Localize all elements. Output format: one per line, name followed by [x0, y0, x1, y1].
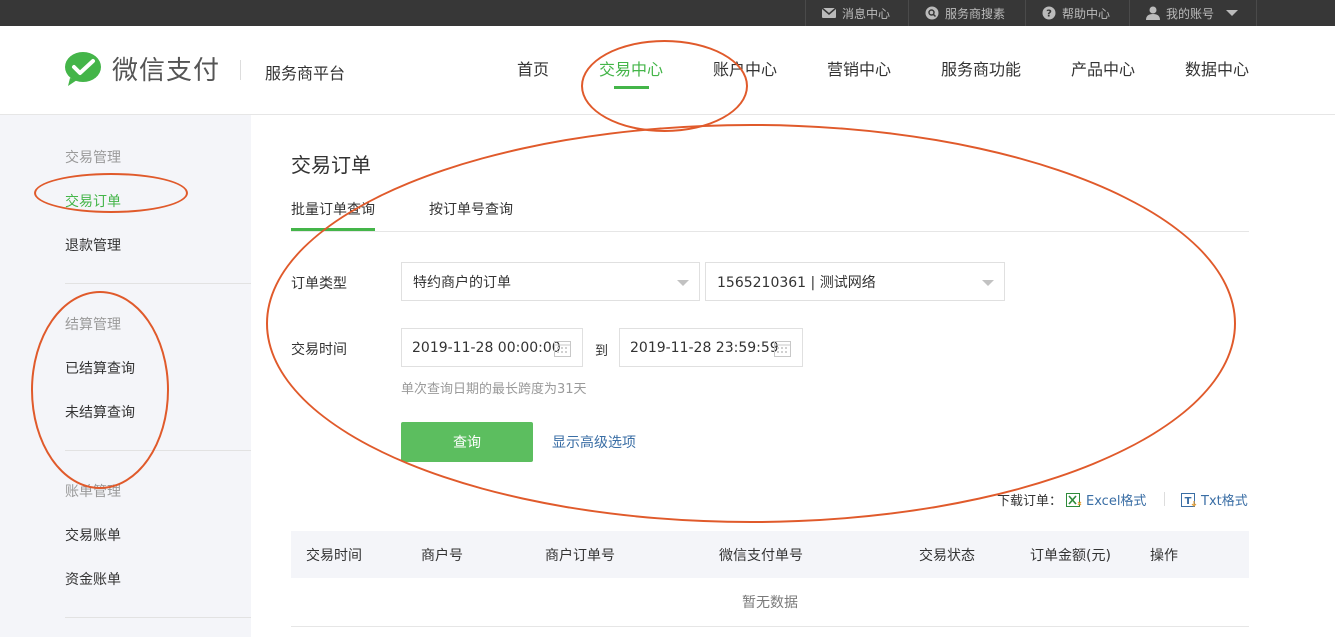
download-label: 下载订单： [997, 494, 1063, 509]
topbar-help-label: 帮助中心 [1062, 6, 1111, 21]
download-txt-label: Txt格式 [1201, 494, 1248, 509]
topbar-help[interactable]: ? 帮助中心 [1025, 0, 1126, 26]
sidebar-divider [65, 450, 251, 451]
column-header: 订单金额(元) [1030, 548, 1111, 564]
nav-marketing-center[interactable]: 营销中心 [827, 56, 891, 80]
date-range-separator: 到 [595, 344, 609, 359]
svg-text:?: ? [1046, 9, 1052, 20]
sidebar-item-transaction-bill[interactable]: 交易账单 [65, 525, 121, 545]
chevron-down-icon [1226, 10, 1239, 16]
annotation-ellipse-main-form [266, 124, 1236, 523]
end-time-input[interactable]: 2019-11-28 23:59:59 [619, 328, 803, 367]
nav-account-center[interactable]: 账户中心 [713, 56, 777, 80]
table-header: 交易时间 商户号 商户订单号 微信支付单号 交易状态 订单金额(元) 操作 [291, 531, 1249, 578]
svg-text:T: T [1185, 496, 1192, 507]
start-time-input[interactable]: 2019-11-28 00:00:00 [401, 328, 583, 367]
tab-divider [291, 231, 1249, 232]
column-header: 微信支付单号 [719, 548, 803, 564]
sidebar-item-transaction-orders[interactable]: 交易订单 [65, 191, 121, 211]
chevron-down-icon [982, 280, 994, 286]
end-time-value: 2019-11-28 23:59:59 [630, 339, 779, 356]
tab-batch-query[interactable]: 批量订单查询 [291, 199, 375, 219]
download-txt-link[interactable]: T Txt格式 [1181, 490, 1248, 509]
topbar-message-label: 消息中心 [842, 6, 891, 21]
nav-provider-functions[interactable]: 服务商功能 [941, 56, 1021, 80]
sidebar-group-transaction: 交易管理 [65, 150, 121, 166]
topbar-message[interactable]: 消息中心 [805, 0, 906, 26]
sidebar-group-settlement: 结算管理 [65, 317, 121, 333]
logo-divider [240, 60, 241, 80]
search-icon [925, 6, 939, 20]
message-icon [822, 7, 836, 18]
sidebar-group-bills: 账单管理 [65, 484, 121, 500]
logo-text: 微信支付 [112, 56, 221, 86]
order-type-label: 订单类型 [291, 276, 347, 292]
nav-data-center[interactable]: 数据中心 [1185, 56, 1249, 80]
sidebar-item-refund-management[interactable]: 退款管理 [65, 235, 121, 255]
nav-product-center[interactable]: 产品中心 [1071, 56, 1135, 80]
sidebar-item-unsettled-query[interactable]: 未结算查询 [65, 402, 135, 422]
column-header: 操作 [1150, 548, 1178, 564]
topbar-account-label: 我的账号 [1166, 6, 1215, 21]
platform-name: 服务商平台 [265, 64, 346, 83]
sidebar-item-settled-query[interactable]: 已结算查询 [65, 358, 135, 378]
order-type-select[interactable]: 特约商户的订单 [401, 262, 700, 301]
advanced-options-link[interactable]: 显示高级选项 [552, 432, 636, 452]
merchant-value: 1565210361 | 测试网络 [717, 274, 876, 291]
column-header: 交易状态 [919, 548, 975, 564]
page-title: 交易订单 [291, 153, 371, 177]
nav-active-indicator [614, 86, 649, 89]
topbar-search[interactable]: 服务商搜素 [908, 0, 1021, 26]
order-type-value: 特约商户的订单 [413, 274, 511, 291]
user-icon [1146, 6, 1160, 20]
help-icon: ? [1042, 6, 1056, 20]
logo[interactable]: 微信支付 [64, 50, 220, 87]
date-range-hint: 单次查询日期的最长跨度为31天 [401, 382, 587, 397]
calendar-icon[interactable] [774, 340, 791, 357]
sidebar-divider [65, 283, 251, 284]
download-divider [1164, 492, 1165, 506]
merchant-select[interactable]: 1565210361 | 测试网络 [705, 262, 1005, 301]
tab-order-number-query[interactable]: 按订单号查询 [429, 199, 513, 219]
calendar-icon[interactable] [554, 340, 571, 357]
empty-state: 暂无数据 [291, 578, 1249, 627]
sidebar-item-fund-bill[interactable]: 资金账单 [65, 569, 121, 589]
chevron-down-icon [677, 280, 689, 286]
nav-transaction-center[interactable]: 交易中心 [599, 56, 663, 80]
start-time-value: 2019-11-28 00:00:00 [412, 339, 561, 356]
query-button[interactable]: 查询 [401, 422, 533, 462]
time-label: 交易时间 [291, 342, 347, 358]
download-excel-link[interactable]: Excel格式 [1066, 490, 1146, 509]
txt-icon: T [1181, 492, 1197, 507]
topbar-search-label: 服务商搜素 [945, 6, 1006, 21]
column-header: 商户订单号 [545, 548, 615, 564]
excel-icon [1066, 492, 1082, 507]
top-bar: 消息中心 服务商搜素 ? 帮助中心 我的账号 [0, 0, 1335, 26]
download-excel-label: Excel格式 [1086, 494, 1147, 509]
header: 微信支付 服务商平台 首页 交易中心 账户中心 营销中心 服务商功能 产品中心 … [0, 26, 1335, 115]
wechat-pay-logo-icon [65, 51, 101, 86]
sidebar-divider [65, 617, 251, 618]
topbar-account[interactable]: 我的账号 [1129, 0, 1258, 26]
column-header: 交易时间 [306, 548, 362, 564]
nav-home[interactable]: 首页 [517, 56, 549, 80]
column-header: 商户号 [421, 548, 463, 564]
